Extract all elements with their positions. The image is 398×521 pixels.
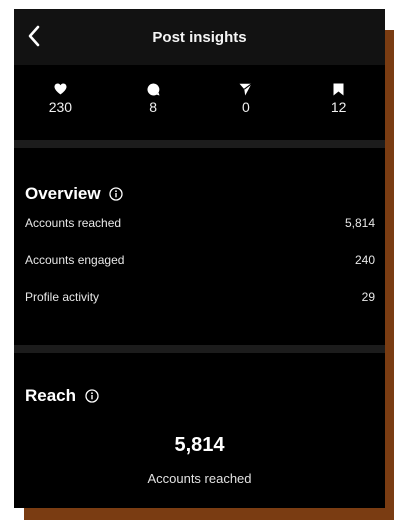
chevron-left-icon bbox=[28, 25, 40, 47]
section-divider bbox=[14, 345, 385, 353]
comment-icon bbox=[147, 82, 160, 95]
metric-value: 5,814 bbox=[344, 215, 375, 230]
metric-accounts-engaged[interactable]: Accounts engaged 240 bbox=[14, 241, 385, 278]
section-divider bbox=[14, 140, 385, 148]
metric-profile-activity[interactable]: Profile activity 29 bbox=[14, 278, 385, 315]
bookmark-icon bbox=[333, 83, 344, 95]
metric-label: Accounts reached bbox=[25, 215, 122, 230]
reach-heading: Reach bbox=[14, 386, 385, 406]
metric-value: 29 bbox=[361, 289, 375, 304]
share-icon bbox=[239, 82, 253, 95]
stat-comments[interactable]: 8 bbox=[107, 82, 200, 140]
shares-count: 0 bbox=[241, 99, 250, 115]
reach-value: 5,814 bbox=[174, 434, 225, 456]
page-title: Post insights bbox=[152, 28, 247, 46]
metric-label: Accounts engaged bbox=[25, 252, 125, 267]
stat-shares[interactable]: 0 bbox=[200, 82, 293, 140]
phone-screen: Post insights 230 8 0 12 Overview Accoun… bbox=[14, 9, 385, 508]
reach-title: Reach bbox=[25, 386, 77, 405]
stat-likes[interactable]: 230 bbox=[14, 82, 107, 140]
metric-label: Profile activity bbox=[25, 289, 100, 304]
comments-count: 8 bbox=[149, 99, 158, 115]
engagement-stats: 230 8 0 12 bbox=[14, 65, 385, 140]
info-icon[interactable] bbox=[84, 389, 99, 404]
back-button[interactable] bbox=[22, 23, 46, 49]
overview-section: Overview Accounts reached 5,814 Accounts… bbox=[14, 148, 385, 345]
overview-heading: Overview bbox=[14, 184, 385, 204]
metric-accounts-reached[interactable]: Accounts reached 5,814 bbox=[14, 204, 385, 241]
reach-section: Reach 5,814 Accounts reached bbox=[14, 353, 385, 486]
heart-icon bbox=[54, 83, 67, 95]
info-icon[interactable] bbox=[109, 187, 124, 202]
likes-count: 230 bbox=[48, 99, 73, 115]
overview-title: Overview bbox=[25, 184, 101, 203]
stat-saves[interactable]: 12 bbox=[292, 82, 385, 140]
header: Post insights bbox=[14, 9, 385, 65]
saves-count: 12 bbox=[330, 99, 347, 115]
metric-value: 240 bbox=[354, 252, 375, 267]
reach-summary: 5,814 Accounts reached bbox=[14, 434, 385, 486]
reach-label: Accounts reached bbox=[147, 471, 252, 486]
